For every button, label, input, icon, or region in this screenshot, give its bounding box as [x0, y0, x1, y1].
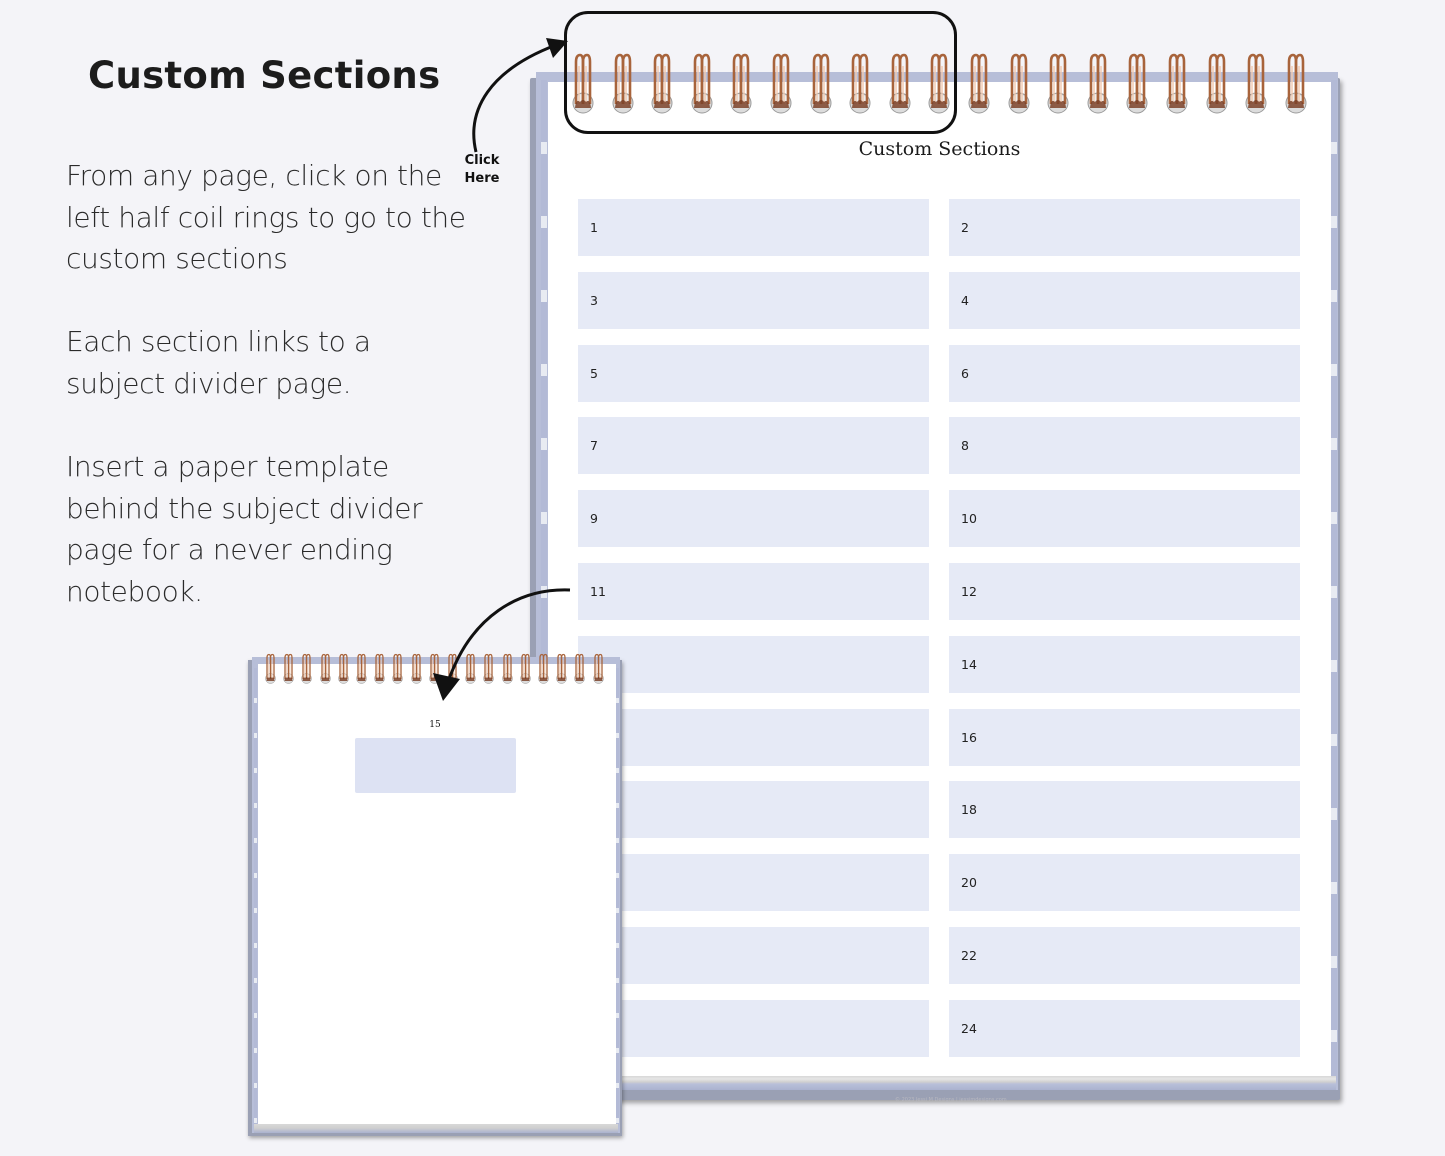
section-link-21[interactable]: 21 — [578, 927, 929, 984]
section-link-14[interactable]: 14 — [949, 635, 1300, 693]
section-number: 18 — [961, 802, 977, 818]
section-link-7[interactable]: 7 — [578, 417, 929, 475]
section-number: 3 — [590, 292, 598, 308]
small-coil-ring-icon[interactable] — [300, 653, 313, 685]
small-coil-ring-icon[interactable] — [373, 653, 386, 685]
section-link-1[interactable]: 1 — [578, 199, 929, 256]
big-notebook-title: Custom Sections — [858, 138, 1021, 160]
small-coil-ring-icon[interactable] — [410, 653, 423, 685]
small-coil-ring-icon[interactable] — [264, 653, 277, 685]
section-number: 2 — [961, 220, 969, 235]
instruction-paragraph-1: From any page, click on the left half co… — [66, 159, 466, 275]
section-link-22[interactable]: 22 — [949, 927, 1300, 984]
left-coil-highlight[interactable] — [564, 11, 957, 134]
big-coil-ring-icon[interactable] — [1243, 52, 1269, 116]
section-number: 1 — [590, 220, 598, 235]
small-coil-ring-icon[interactable] — [337, 653, 350, 685]
section-number: 4 — [961, 292, 969, 308]
small-notebook-page-edges — [254, 1124, 618, 1133]
big-notebook-page-edges — [540, 1076, 1336, 1090]
small-coil-ring-icon[interactable] — [428, 653, 441, 685]
section-number: 9 — [590, 511, 598, 527]
section-link-8[interactable]: 8 — [949, 417, 1300, 475]
big-coil-ring-icon[interactable] — [966, 52, 992, 116]
small-notebook-page — [258, 664, 616, 1124]
small-coil-ring-icon[interactable] — [519, 653, 532, 685]
small-coil-ring-icon[interactable] — [501, 653, 514, 685]
big-coil-ring-icon[interactable] — [1283, 52, 1309, 116]
small-coil-ring-icon[interactable] — [319, 653, 332, 685]
big-coil-ring-icon[interactable] — [1006, 52, 1032, 116]
big-coil-ring-icon[interactable] — [1124, 52, 1150, 116]
divider-page-label: 15 — [429, 720, 441, 730]
section-number: 6 — [961, 365, 969, 381]
section-link-6[interactable]: 6 — [949, 344, 1300, 402]
click-here-label: Click Here — [458, 152, 506, 188]
small-coil-ring-icon[interactable] — [592, 653, 605, 685]
small-coil-ring-icon[interactable] — [355, 653, 368, 685]
section-link-13[interactable]: 13 — [578, 635, 929, 693]
section-link-18[interactable]: 18 — [949, 781, 1300, 839]
instruction-paragraph-3: Insert a paper template behind the subje… — [66, 450, 423, 608]
small-coil-ring-icon[interactable] — [537, 653, 550, 685]
section-link-12[interactable]: 12 — [949, 563, 1300, 620]
small-coil-ring-icon[interactable] — [446, 653, 459, 685]
big-coil-ring-icon[interactable] — [1164, 52, 1190, 116]
section-link-9[interactable]: 9 — [578, 490, 929, 548]
section-link-20[interactable]: 20 — [949, 854, 1300, 912]
big-coil-ring-icon[interactable] — [1204, 52, 1230, 116]
small-coil-ring-icon[interactable] — [282, 653, 295, 685]
section-link-23[interactable]: 23 — [578, 999, 929, 1057]
small-coil-ring-icon[interactable] — [391, 653, 404, 685]
section-number: 12 — [961, 584, 977, 599]
small-coil-ring-icon[interactable] — [573, 653, 586, 685]
section-link-16[interactable]: 16 — [949, 708, 1300, 766]
section-link-19[interactable]: 19 — [578, 854, 929, 912]
section-number: 20 — [961, 875, 977, 891]
click-label-line1: Click — [464, 153, 500, 168]
section-link-11[interactable]: 11 — [578, 563, 929, 620]
section-number: 8 — [961, 438, 969, 454]
small-coil-ring-icon[interactable] — [555, 653, 568, 685]
section-number: 7 — [590, 438, 598, 454]
small-notebook-right-stripe — [616, 668, 619, 1124]
divider-title-box[interactable] — [355, 738, 516, 793]
small-coil-ring-icon[interactable] — [464, 653, 477, 685]
small-coil-ring-icon[interactable] — [482, 653, 495, 685]
section-link-5[interactable]: 5 — [578, 344, 929, 402]
section-number: 22 — [961, 948, 977, 963]
big-coil-ring-icon[interactable] — [1085, 52, 1111, 116]
click-label-line2: Here — [464, 171, 500, 186]
section-number: 16 — [961, 729, 977, 745]
big-coil-ring-icon[interactable] — [1045, 52, 1071, 116]
section-link-17[interactable]: 17 — [578, 781, 929, 839]
section-link-4[interactable]: 4 — [949, 271, 1300, 329]
copyright-footer: © 2023 Jessi M Designs | jessimdesigns.c… — [895, 1097, 1007, 1103]
section-number: 11 — [590, 584, 606, 599]
page-heading: Custom Sections — [88, 54, 441, 97]
section-link-3[interactable]: 3 — [578, 271, 929, 329]
big-notebook-right-stripe — [1331, 80, 1337, 1080]
section-link-2[interactable]: 2 — [949, 199, 1300, 256]
section-number: 24 — [961, 1020, 977, 1036]
section-number: 10 — [961, 511, 977, 527]
section-link-15[interactable]: 15 — [578, 708, 929, 766]
section-link-10[interactable]: 10 — [949, 490, 1300, 548]
section-number: 5 — [590, 365, 598, 381]
instruction-paragraph-2: Each section links to a subject divider … — [66, 325, 371, 400]
section-link-24[interactable]: 24 — [949, 999, 1300, 1057]
section-number: 14 — [961, 656, 977, 672]
small-notebook-left-stripe — [254, 668, 257, 1124]
